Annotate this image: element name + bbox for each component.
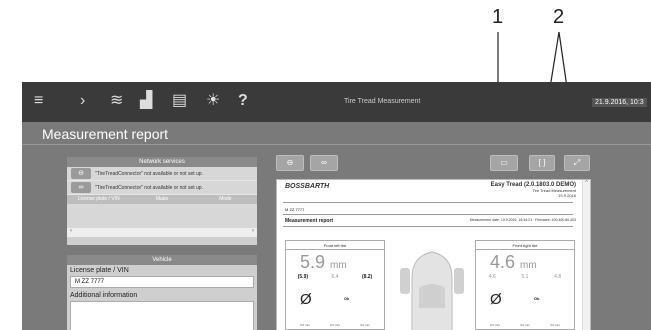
tire-footer-value: 3.0 mm xyxy=(359,323,370,327)
report-title: Measurement report xyxy=(285,218,334,224)
table-body xyxy=(67,204,257,228)
report-product-date: 19.9.2016 xyxy=(558,193,576,198)
layers-icon[interactable]: ≋ xyxy=(110,90,123,112)
tire-footer-value: 3.0 mm xyxy=(519,323,530,327)
tire-footer-value: 3.0 mm xyxy=(299,323,310,327)
report-divider xyxy=(283,226,573,227)
datetime: 21.9.2016, 10:3 xyxy=(592,98,647,107)
front-right-tire-card: Front right tire 4.6 mm 4.6 5.1 4.8 Ø Ok… xyxy=(475,240,575,330)
divider xyxy=(22,144,651,145)
network-services-title: Network services xyxy=(67,157,257,167)
vehicle-title: Vehicle xyxy=(67,255,257,265)
tire-depth-unit: mm xyxy=(520,260,537,271)
app-window: ≡ › ≋ ▟ ▤ ☀ ? Tire Tread Measurement 21.… xyxy=(22,82,651,330)
callout-number-1: 1 xyxy=(492,6,504,28)
fit-width-icon: ⤢ xyxy=(573,158,581,167)
vehicle-panel: Vehicle License plate / VIN M ZZ 7777 Ad… xyxy=(67,255,257,330)
car-top-view-icon xyxy=(400,251,464,330)
front-left-tire-card: Front left tire 5.9 mm (5.9) 6.4 (8.2) Ø… xyxy=(285,240,385,330)
table-header: License plate / VIN Make Mode xyxy=(67,195,257,204)
list-item: ⊖ "TireTreadConnector" not available or … xyxy=(67,167,257,181)
app-title: Tire Tread Measurement xyxy=(344,98,421,105)
column-header: Make xyxy=(155,196,169,202)
tire-footer: 3.0 mm 3.0 mm 3.0 mm xyxy=(480,323,570,327)
tire-depth: 5.9 mm xyxy=(286,252,384,273)
network-services-panel: Network services ⊖ "TireTreadConnector" … xyxy=(67,157,257,245)
plate-label: License plate / VIN xyxy=(70,267,129,274)
tire-reading-max: 4.8 xyxy=(554,274,562,280)
tire-reading-min: (5.9) xyxy=(297,274,309,280)
tire-status: Ok xyxy=(344,296,350,301)
connector-button[interactable]: ⊖ xyxy=(71,168,91,179)
horizontal-scrollbar[interactable]: ‹ › xyxy=(67,228,257,237)
scroll-left-icon[interactable]: ‹ xyxy=(70,228,72,237)
page-title: Measurement report xyxy=(42,126,169,142)
tire-reading-mid: 6.4 xyxy=(331,274,339,280)
printer-icon: ▭ xyxy=(500,158,508,167)
tire-reading-min: 4.6 xyxy=(488,274,496,280)
additional-info-label: Additional information xyxy=(70,292,138,299)
report-divider xyxy=(283,202,573,203)
scroll-up-icon[interactable]: ^ xyxy=(585,180,588,186)
service-status: "TireTreadConnector" not available or no… xyxy=(95,184,203,191)
tire-gauge-icon: Ø xyxy=(490,291,502,308)
plate-field[interactable]: M ZZ 7777 xyxy=(70,276,254,288)
fit-width-button[interactable]: ⤢ xyxy=(564,155,590,171)
callout-number-2: 2 xyxy=(553,6,565,28)
column-header: License plate / VIN xyxy=(77,196,120,202)
print-button[interactable]: ▭ xyxy=(490,155,518,171)
tire-label: Front left tire xyxy=(286,241,384,250)
tire-depth: 4.6 mm xyxy=(476,252,574,273)
zoom-out-button[interactable]: ⊖ xyxy=(276,155,304,171)
report-brand: BOSSBARTH xyxy=(285,183,330,190)
brightness-icon[interactable]: ☀ xyxy=(206,90,220,112)
callout-area: 1 2 xyxy=(0,0,651,151)
link-button[interactable]: ∞ xyxy=(310,155,338,171)
scroll-right-icon[interactable]: › xyxy=(252,228,254,237)
tire-depth-unit: mm xyxy=(330,260,347,271)
tire-readings: 4.6 5.1 4.8 xyxy=(476,274,574,280)
chart-icon[interactable]: ▟ xyxy=(140,90,152,112)
tire-depth-value: 4.6 xyxy=(490,252,516,272)
tire-footer: 3.0 mm 3.0 mm 3.0 mm xyxy=(290,323,380,327)
list-item: ∞ "TireTreadConnector" not available or … xyxy=(67,181,257,195)
tire-footer-value: 3.0 mm xyxy=(329,323,340,327)
document-icon[interactable]: ▤ xyxy=(172,90,187,112)
report-divider xyxy=(283,214,573,215)
additional-info-field[interactable] xyxy=(70,301,254,330)
chevron-right-icon[interactable]: › xyxy=(80,90,85,112)
tire-gauge-icon: Ø xyxy=(300,291,312,308)
tire-readings: (5.9) 6.4 (8.2) xyxy=(286,274,384,280)
report-plate: M ZZ 7777 xyxy=(285,207,305,212)
tire-reading-mid: 5.1 xyxy=(521,274,529,280)
connector-button[interactable]: ∞ xyxy=(71,182,91,193)
report-product-block: Easy Tread (2.0.1803.0 DEMO) Tire Tread … xyxy=(491,182,576,198)
help-icon[interactable]: ? xyxy=(238,90,248,112)
report-scrollbar[interactable]: ^ xyxy=(582,180,590,330)
tire-depth-value: 5.9 xyxy=(300,252,326,272)
report-meta: Measurement date: 19.9.2016, 16:34:21 · … xyxy=(469,218,576,222)
menu-icon[interactable]: ≡ xyxy=(34,90,43,112)
fit-height-icon: [ ] xyxy=(538,158,546,167)
column-header: Mode xyxy=(219,196,232,202)
tire-status: Ok xyxy=(534,296,540,301)
tire-footer-value: 3.0 mm xyxy=(549,323,560,327)
tire-label: Front right tire xyxy=(476,241,574,250)
service-status: "TireTreadConnector" not available or no… xyxy=(95,170,203,177)
fit-height-button[interactable]: [ ] xyxy=(529,155,555,171)
tire-footer-value: 3.0 mm xyxy=(489,323,500,327)
tire-reading-max: (8.2) xyxy=(361,274,373,280)
report-preview[interactable]: BOSSBARTH Easy Tread (2.0.1803.0 DEMO) T… xyxy=(276,179,591,330)
toolbar: ≡ › ≋ ▟ ▤ ☀ ? Tire Tread Measurement 21.… xyxy=(22,82,651,122)
